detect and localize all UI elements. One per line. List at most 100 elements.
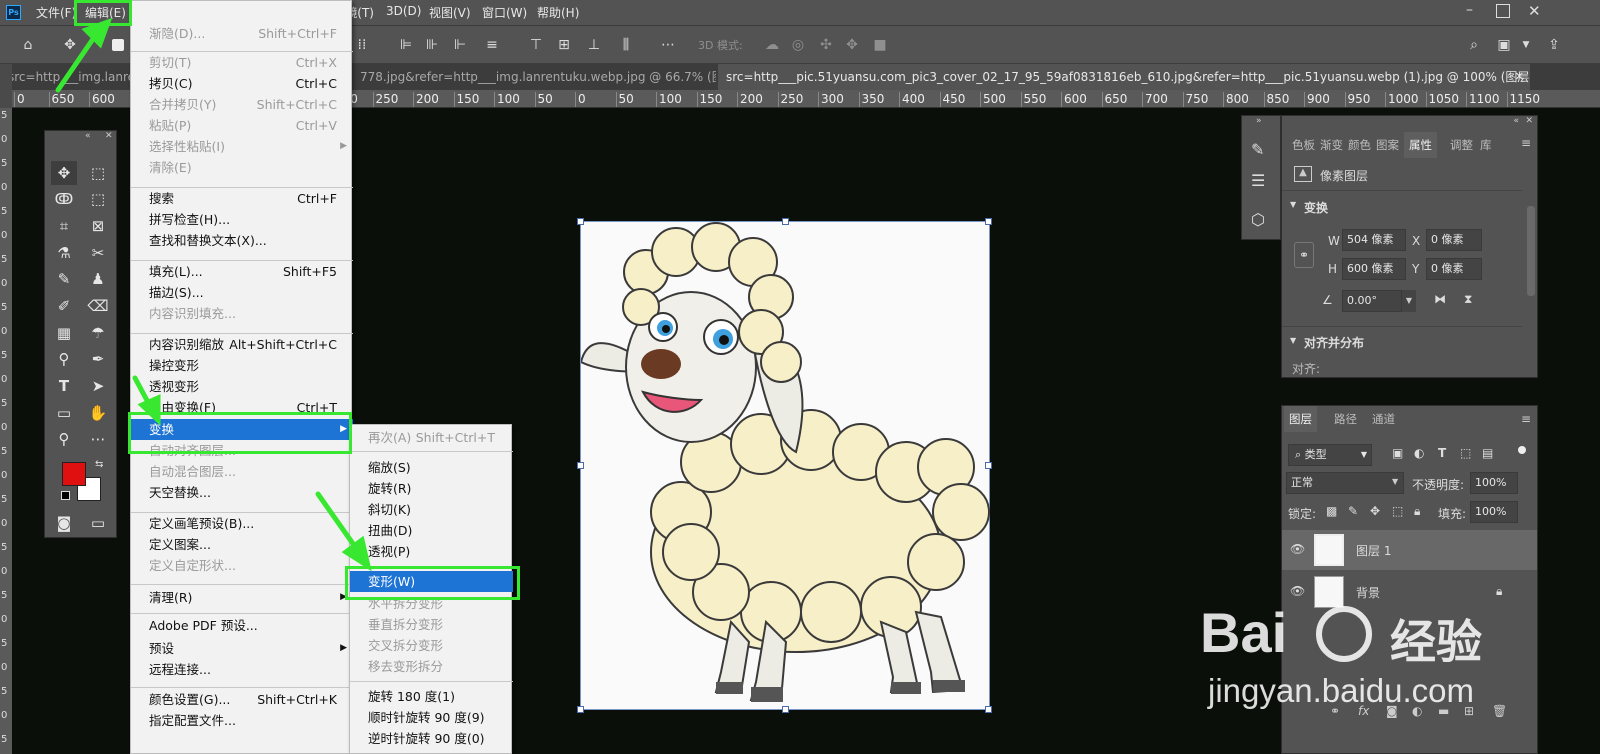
minimize-icon[interactable]: – [1466, 3, 1480, 18]
edit-menu-item[interactable]: 粘贴(P) Ctrl+V [131, 115, 353, 136]
close-tab-icon[interactable]: ✕ [1515, 64, 1524, 90]
blur-tool-icon[interactable]: ☂ [85, 321, 111, 345]
move-tool-icon[interactable]: ✥ [60, 35, 80, 55]
filter-type-icon[interactable]: T [1438, 446, 1446, 460]
crop-tool-icon[interactable]: ⌗ [51, 214, 77, 238]
align-center-icon[interactable]: ⊪ [422, 35, 442, 55]
align-hcenter-icon[interactable]: ≡ [482, 35, 502, 55]
brush-settings-icon[interactable]: ✎ [1251, 140, 1264, 159]
transform-menu-item[interactable]: 顺时针旋转 90 度(9) [350, 707, 513, 728]
path-select-tool-icon[interactable]: ➤ [85, 374, 111, 398]
marquee-tool-icon[interactable]: ⬚ [85, 161, 111, 185]
edit-menu-item[interactable]: 查找和替换文本(X)... [131, 230, 353, 251]
transform-handle[interactable] [782, 218, 789, 225]
more-options-icon[interactable]: ⋯ [658, 35, 678, 55]
link-dimensions-icon[interactable]: ⚭ [1294, 242, 1314, 268]
collapse-section-icon[interactable]: ▼ [1290, 336, 1296, 345]
panel-collapse-icon[interactable]: « [1513, 116, 1519, 126]
tab-doc-2[interactable]: 778.jpg&refer=http___img.lanrentuku.webp… [352, 64, 716, 90]
move-tool-icon[interactable]: ✥ [51, 161, 77, 185]
edit-menu-item[interactable]: 拷贝(C) Ctrl+C [131, 73, 353, 94]
edit-menu-item[interactable]: 定义图案... [131, 534, 353, 555]
angle-dropdown-icon[interactable]: ▼ [1402, 290, 1416, 312]
tab-adjustments[interactable]: 调整 [1450, 132, 1473, 158]
menu-help[interactable]: 帮助(H) [537, 4, 579, 21]
edit-menu-item[interactable]: 定义画笔预设(B)... [131, 513, 353, 534]
menu-view[interactable]: 视图(V) [429, 4, 471, 21]
height-field[interactable]: 600 像素 [1342, 258, 1406, 280]
transform-menu-item[interactable]: 逆时针旋转 90 度(0) [350, 728, 513, 749]
y-field[interactable]: 0 像素 [1426, 258, 1482, 280]
tab-swatches[interactable]: 色板 [1292, 132, 1315, 158]
transform-handle[interactable] [985, 706, 992, 713]
hand-tool-icon[interactable]: ✋ [85, 401, 111, 425]
adjustment-layer-icon[interactable]: ◐ [1412, 704, 1422, 718]
tab-layers[interactable]: 图层 [1284, 406, 1317, 432]
edit-menu-item[interactable]: 剪切(T) Ctrl+X [131, 52, 353, 73]
transform-menu-item[interactable]: 垂直拆分变形 [350, 614, 513, 635]
edit-menu-item[interactable]: 自动混合图层... [131, 461, 353, 482]
visibility-eye-icon[interactable]: 👁︎ [1290, 542, 1305, 556]
menu-window[interactable]: 窗口(W) [482, 4, 527, 21]
lock-all-icon[interactable]: 🔒︎ [1414, 504, 1420, 519]
quick-mask-icon[interactable]: ◙ [51, 511, 77, 535]
transform-handle[interactable] [782, 706, 789, 713]
home-icon[interactable]: ⌂ [18, 35, 38, 55]
3d-slide-icon[interactable]: ✥ [842, 35, 862, 55]
delete-layer-icon[interactable]: 🗑︎ [1492, 704, 1507, 718]
edit-menu-item[interactable]: Adobe PDF 预设... [131, 615, 353, 636]
frame-tool-icon[interactable]: ⊠ [85, 214, 111, 238]
filter-smart-icon[interactable]: ▤ [1482, 446, 1493, 460]
tab-color[interactable]: 颜色 [1348, 132, 1371, 158]
more-tools-icon[interactable]: ⋯ [85, 427, 111, 451]
align-bottom-icon[interactable]: ⊥ [584, 35, 604, 55]
3d-roll-icon[interactable]: ◎ [788, 35, 808, 55]
layer-name[interactable]: 背景 [1356, 584, 1380, 601]
stamp-tool-icon[interactable]: ♟ [85, 267, 111, 291]
layer-row[interactable]: 👁︎ 背景 🔒︎ [1282, 572, 1537, 612]
fill-field[interactable]: 100% [1470, 501, 1518, 523]
3d-scale-icon[interactable]: ■ [870, 35, 890, 55]
layer-filter-select[interactable]: ⌕ 类型 ▼ [1288, 444, 1372, 466]
lock-artboard-icon[interactable]: ⬚ [1392, 504, 1403, 518]
new-group-icon[interactable]: ▬ [1438, 704, 1449, 718]
x-field[interactable]: 0 像素 [1426, 229, 1482, 251]
edit-menu-item[interactable]: 天空替换... [131, 482, 353, 503]
opacity-field[interactable]: 100% [1470, 472, 1518, 494]
eraser-tool-icon[interactable]: ⌫ [85, 294, 111, 318]
link-layers-icon[interactable]: ⚭ [1330, 704, 1340, 718]
transform-menu-item[interactable]: 再次(A) Shift+Ctrl+T [350, 427, 513, 448]
restore-icon[interactable] [1496, 4, 1510, 18]
tab-properties[interactable]: 属性 [1404, 132, 1437, 158]
type-tool-icon[interactable]: T [51, 374, 77, 398]
lock-transparent-icon[interactable]: ▩ [1326, 504, 1337, 518]
add-mask-icon[interactable]: ◙ [1386, 704, 1398, 718]
transform-handle[interactable] [577, 218, 584, 225]
panel-close-icon[interactable]: ✕ [105, 131, 113, 141]
align-right-icon[interactable]: ⊩ [450, 35, 470, 55]
edit-menu-item[interactable]: 清理(R) ▶ [131, 587, 353, 608]
transform-menu-item[interactable]: 旋转(R) [350, 478, 513, 499]
edit-menu-item[interactable]: 内容识别缩放 Alt+Shift+Ctrl+C [131, 334, 353, 355]
3d-pan-icon[interactable]: ✣ [816, 35, 836, 55]
rectangle-tool-icon[interactable]: ▭ [51, 401, 77, 425]
transform-menu-item[interactable]: 扭曲(D) [350, 520, 513, 541]
flip-vertical-icon[interactable]: ⧗ [1464, 292, 1472, 307]
search-icon[interactable]: ⌕ [1464, 35, 1484, 55]
tab-channels[interactable]: 通道 [1372, 406, 1395, 432]
edit-menu-item[interactable]: 描边(S)... [131, 282, 353, 303]
tab-paths[interactable]: 路径 [1334, 406, 1357, 432]
edit-menu-item[interactable]: 搜索 Ctrl+F [131, 188, 353, 209]
lock-pixels-icon[interactable]: ✎ [1348, 504, 1358, 518]
edit-menu-item[interactable]: 拼写检查(H)... [131, 209, 353, 230]
flip-horizontal-icon[interactable]: ⧓ [1434, 292, 1446, 306]
gradient-tool-icon[interactable]: ▦ [51, 321, 77, 345]
edit-menu-item[interactable]: 透视变形 [131, 376, 353, 397]
edit-menu-item[interactable]: 定义自定形状... [131, 555, 353, 576]
pen-tool-icon[interactable]: ✒ [85, 347, 111, 371]
align-vcenter-icon[interactable]: ⊞ [554, 35, 574, 55]
filter-adjust-icon[interactable]: ◐ [1414, 446, 1424, 460]
collapse-section-icon[interactable]: ▼ [1290, 200, 1296, 209]
menu-file[interactable]: 文件(F) [36, 4, 76, 21]
screen-mode-icon[interactable]: ▭ [85, 511, 111, 535]
